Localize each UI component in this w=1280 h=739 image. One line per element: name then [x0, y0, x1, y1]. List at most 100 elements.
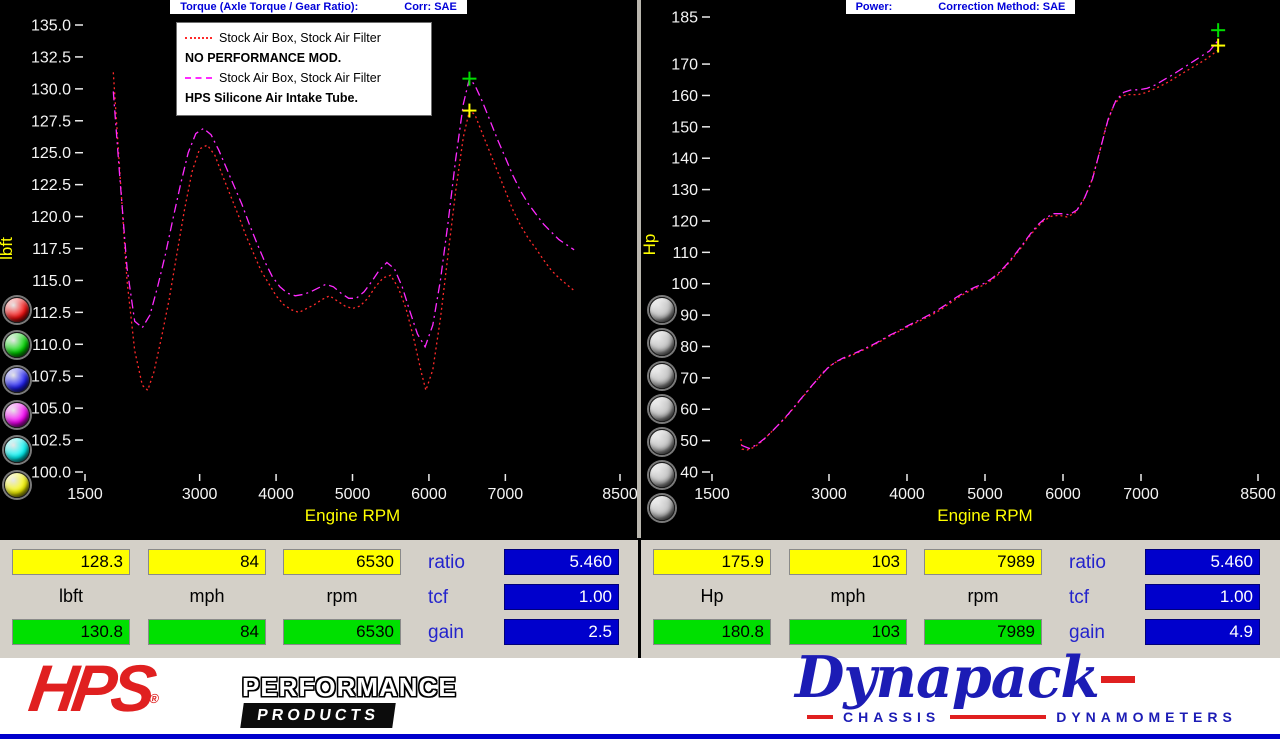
svg-text:120: 120 [671, 213, 698, 230]
hps-line-sample-icon [185, 77, 212, 79]
stock-speed-display: 84 [148, 549, 266, 575]
svg-text:110: 110 [672, 245, 698, 262]
red-rule-icon [807, 715, 833, 719]
stock-power-display: 175.9 [653, 549, 771, 575]
legend-entry-hps-2: HPS Silicone Air Intake Tube. [185, 88, 423, 108]
svg-text:132.5: 132.5 [31, 49, 71, 66]
torque-channel-button-4[interactable] [4, 402, 30, 428]
svg-text:5000: 5000 [335, 486, 371, 503]
svg-text:lbft: lbft [0, 237, 16, 260]
svg-text:150: 150 [671, 119, 698, 136]
stock-torque-display: 128.3 [12, 549, 130, 575]
bottom-accent-bar [0, 734, 1280, 739]
svg-text:80: 80 [680, 339, 698, 356]
svg-text:7000: 7000 [1123, 486, 1159, 503]
svg-text:107.5: 107.5 [31, 369, 71, 386]
speed-unit-label: mph [148, 586, 266, 608]
power-channel-button-1[interactable] [649, 297, 675, 323]
gain-label: gain [1069, 622, 1141, 644]
power-panel-header: Power: Correction Method: SAE [641, 0, 1280, 14]
ratio-value: 5.460 [504, 549, 619, 575]
svg-text:4000: 4000 [258, 486, 294, 503]
svg-text:40: 40 [680, 465, 698, 482]
legend-stock-line2: NO PERFORMANCE MOD. [185, 51, 341, 65]
torque-channel-button-6[interactable] [4, 472, 30, 498]
svg-text:1500: 1500 [67, 486, 103, 503]
svg-text:120.0: 120.0 [31, 209, 71, 226]
registered-mark-icon: ® [148, 691, 160, 706]
hps-performance-text: PERFORMANCE [242, 672, 457, 703]
svg-text:105.0: 105.0 [31, 401, 71, 418]
torque-panel-header: Torque (Axle Torque / Gear Ratio): Corr:… [0, 0, 637, 14]
hps-power-display: 180.8 [653, 619, 771, 645]
svg-text:Hp: Hp [640, 234, 659, 256]
hps-rpm-display: 6530 [283, 619, 401, 645]
stock-speed-display: 103 [789, 549, 907, 575]
torque-channel-button-5[interactable] [4, 437, 30, 463]
legend-hps-line2: HPS Silicone Air Intake Tube. [185, 91, 358, 105]
dynapack-red-dash-icon [1101, 676, 1135, 683]
red-rule-icon [950, 715, 1046, 719]
gain-value: 4.9 [1145, 619, 1260, 645]
torque-channel-button-3[interactable] [4, 367, 30, 393]
hps-logo: HPS® [25, 650, 166, 726]
stock-line-sample-icon [185, 37, 212, 39]
dynapack-subtitle: CHASSIS DYNAMOMETERS [807, 709, 1255, 725]
hps-products-text: PRODUCTS [256, 707, 380, 724]
legend-hps-line1: Stock Air Box, Stock Air Filter [219, 71, 381, 85]
svg-text:Engine RPM: Engine RPM [937, 506, 1032, 525]
power-correction-label: Correction Method: SAE [938, 1, 1065, 13]
svg-text:6000: 6000 [411, 486, 447, 503]
svg-text:140: 140 [671, 151, 698, 168]
svg-text:8500: 8500 [602, 486, 638, 503]
power-panel-title: Power: [856, 1, 893, 13]
logo-strip: HPS® PERFORMANCE PRODUCTS Dynapack CHASS… [0, 658, 1280, 734]
power-channel-button-5[interactable] [649, 429, 675, 455]
svg-text:1500: 1500 [694, 486, 730, 503]
torque-chart-panel: Torque (Axle Torque / Gear Ratio): Corr:… [0, 0, 637, 538]
hps-torque-display: 130.8 [12, 619, 130, 645]
svg-text:3000: 3000 [182, 486, 218, 503]
rpm-unit-label: rpm [924, 586, 1042, 608]
tcf-label: tcf [428, 587, 500, 609]
torque-panel-title: Torque (Axle Torque / Gear Ratio): [180, 1, 358, 13]
ratio-label: ratio [1069, 552, 1141, 574]
tcf-label: tcf [1069, 587, 1141, 609]
power-channel-button-4[interactable] [649, 396, 675, 422]
hps-speed-display: 84 [148, 619, 266, 645]
svg-text:50: 50 [680, 433, 698, 450]
power-readout-panel: 175.9 103 7989 Hp mph rpm 180.8 103 7989… [641, 540, 1280, 658]
legend-entry-stock: Stock Air Box, Stock Air Filter [185, 28, 423, 48]
svg-text:5000: 5000 [967, 486, 1003, 503]
gain-value: 2.5 [504, 619, 619, 645]
power-chart: 1851701601501401301201101009080706050401… [641, 13, 1280, 537]
speed-unit-label: mph [789, 586, 907, 608]
svg-text:100.0: 100.0 [31, 465, 71, 482]
stock-rpm-display: 6530 [283, 549, 401, 575]
torque-channel-buttons [4, 297, 30, 498]
dynapack-chassis-text: CHASSIS [843, 709, 940, 725]
dynapack-dynamometers-text: DYNAMOMETERS [1056, 709, 1237, 725]
ratio-label: ratio [428, 552, 500, 574]
svg-text:70: 70 [680, 370, 698, 387]
svg-text:117.5: 117.5 [32, 241, 71, 258]
power-channel-button-6[interactable] [649, 462, 675, 488]
torque-channel-button-1[interactable] [4, 297, 30, 323]
torque-readout-panel: 128.3 84 6530 lbft mph rpm 130.8 84 6530… [0, 540, 638, 658]
gain-label: gain [428, 622, 500, 644]
legend-entry-stock-2: NO PERFORMANCE MOD. [185, 48, 423, 68]
svg-text:130.0: 130.0 [31, 81, 71, 98]
power-channel-button-3[interactable] [649, 363, 675, 389]
svg-text:8500: 8500 [1240, 486, 1276, 503]
power-unit-label: Hp [653, 586, 771, 608]
power-channel-button-7[interactable] [649, 495, 675, 521]
torque-channel-button-2[interactable] [4, 332, 30, 358]
svg-text:3000: 3000 [811, 486, 847, 503]
power-channel-button-2[interactable] [649, 330, 675, 356]
legend-entry-hps: Stock Air Box, Stock Air Filter [185, 68, 423, 88]
svg-text:160: 160 [671, 88, 698, 105]
svg-text:122.5: 122.5 [31, 177, 71, 194]
svg-text:127.5: 127.5 [31, 113, 71, 130]
svg-text:115.0: 115.0 [32, 273, 71, 290]
tcf-value: 1.00 [1145, 584, 1260, 610]
